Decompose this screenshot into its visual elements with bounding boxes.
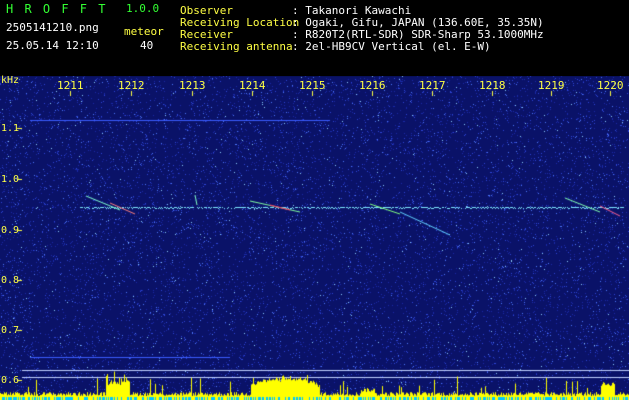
- x-tick-label: 1218: [479, 79, 506, 92]
- y-tick-label: 1.1: [1, 123, 20, 134]
- file-name: 2505141210.png: [6, 21, 99, 34]
- x-tick-label: 1215: [299, 79, 326, 92]
- x-tick-label: 1219: [538, 79, 565, 92]
- file-datetime: 25.05.14 12:10: [6, 39, 99, 52]
- info-key-antenna: Receiving antenna: [180, 40, 293, 53]
- app-version: 1.0.0: [126, 2, 160, 15]
- x-tick-label: 1211: [57, 79, 84, 92]
- app-name: H R O F F T: [6, 2, 108, 16]
- meteor-label: meteor: [124, 25, 164, 38]
- y-tick-label: 0.6: [1, 375, 20, 386]
- info-value-antenna: : 2el-HB9CV Vertical (el. E-W): [292, 40, 491, 53]
- meteor-count: 40: [140, 39, 154, 52]
- y-tick-label: 0.8: [1, 275, 20, 286]
- x-tick-label: 1217: [419, 79, 446, 92]
- y-axis-unit: kHz: [1, 75, 20, 86]
- x-tick-label: 1214: [239, 79, 266, 92]
- x-tick-label: 1216: [359, 79, 386, 92]
- x-tick-label: 1212: [118, 79, 145, 92]
- y-tick-label: 0.7: [1, 325, 20, 336]
- x-tick-label: 1213: [179, 79, 206, 92]
- header-panel: H R O F F T 1.0.0 2505141210.png meteor …: [0, 0, 629, 76]
- y-tick-label: 1.0: [1, 174, 20, 185]
- y-tick-label: 0.9: [1, 225, 20, 236]
- x-tick-label: 1220: [597, 79, 624, 92]
